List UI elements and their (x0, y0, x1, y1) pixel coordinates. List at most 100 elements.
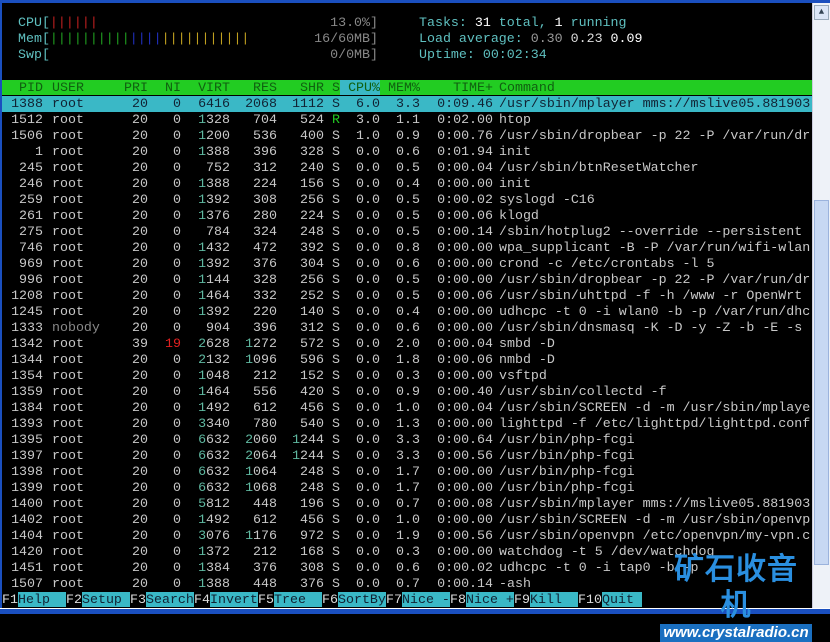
cell-pri: 20 (132, 544, 148, 559)
column-header-cpu[interactable]: CPU% (340, 80, 380, 95)
fkey-label-setup[interactable]: Setup (82, 592, 130, 607)
process-row[interactable]: 1400 root 20 0 5812 448 196 S 0.0 0.7 0:00.08/usr/… (2, 496, 812, 512)
fkey-f2[interactable]: F2 (66, 592, 82, 607)
process-row[interactable]: 996 root 20 0 1144 328 256 S 0.0 0.5 0:00.00/usr/s… (2, 272, 812, 288)
fkey-label-nice[interactable]: Nice - (402, 592, 450, 607)
process-row[interactable]: 245 root 20 0 752 312 240 S 0.0 0.5 0:00.04/usr/sb… (2, 160, 812, 176)
fkey-f1[interactable]: F1 (2, 592, 18, 607)
column-header-pid[interactable]: PID (0, 80, 43, 95)
cell-cpu: 0.0 (356, 352, 380, 367)
fkey-f5[interactable]: F5 (258, 592, 274, 607)
cell-shr: 328 (300, 144, 324, 159)
cell-pri: 20 (132, 192, 148, 207)
fkey-label-nice[interactable]: Nice + (466, 592, 514, 607)
process-row[interactable]: 1245 root 20 0 1392 220 140 S 0.0 0.4 0:00.00 udhcp… (2, 304, 812, 320)
cell-virt: 1392 (198, 256, 230, 271)
fkey-label-sortby[interactable]: SortBy (338, 592, 386, 607)
fkey-label-invert[interactable]: Invert (210, 592, 258, 607)
process-row[interactable]: 1397 root 20 0 6632 2064 1244 S 0.0 3.3 0:00.56/us… (2, 448, 812, 464)
process-row[interactable]: 1512 root 20 0 1328 704 524 R 3.0 1.1 0:02.00 htop (2, 112, 812, 128)
cell-res: 312 (253, 160, 277, 175)
cell-res: 396 (253, 144, 277, 159)
cell-pri: 20 (132, 128, 148, 143)
thousands-digit: 1 (198, 512, 207, 527)
column-header-res[interactable]: RES (232, 80, 277, 95)
process-row[interactable]: 1506 root 20 0 1200 536 400 S 1.0 0.9 0:00.76/usr/… (2, 128, 812, 144)
cell-ni: 0 (173, 256, 181, 271)
fkey-f8[interactable]: F8 (450, 592, 466, 607)
process-row[interactable]: 1398 root 20 0 6632 1064 248 S 0.0 1.7 0:00.00/usr… (2, 464, 812, 480)
cell-user: root (52, 352, 84, 367)
fkey-label-kill[interactable]: Kill (530, 592, 578, 607)
process-row[interactable]: 969 root 20 0 1392 376 304 S 0.0 0.6 0:00.00 crond … (2, 256, 812, 272)
cell-pri: 20 (132, 144, 148, 159)
cell-command: /usr/sbin/openvpn /etc/openvpn/my-vpn.c (499, 528, 811, 543)
process-row[interactable]: 1404 root 20 0 3076 1176 972 S 0.0 1.9 0:00.56/usr… (2, 528, 812, 544)
column-header-pri[interactable]: PRI (118, 80, 148, 95)
cell-res: 1096 (245, 352, 277, 367)
cell-time: 0:00.00 (437, 416, 493, 431)
column-header-shr[interactable]: SHR (279, 80, 324, 95)
process-row[interactable]: 746 root 20 0 1432 472 392 S 0.0 0.8 0:00.00 wpa_su… (2, 240, 812, 256)
column-header-time[interactable]: TIME+ (423, 80, 493, 95)
fkey-f3[interactable]: F3 (130, 592, 146, 607)
process-row[interactable]: 1399 root 20 0 6632 1068 248 S 0.0 1.7 0:00.00/usr… (2, 480, 812, 496)
process-row[interactable]: 1333 nobody 20 0 904 396 312 S 0.0 0.6 0:00.00/usr… (2, 320, 812, 336)
swap-meter: Swp[0/0MB] (18, 47, 378, 63)
cell-virt: 1464 (198, 288, 230, 303)
thousands-digit: 2 (245, 448, 254, 463)
cell-mem: 0.5 (396, 288, 420, 303)
process-row[interactable]: 1402 root 20 0 1492 612 456 S 0.0 1.0 0:00.00/usr/… (2, 512, 812, 528)
process-row[interactable]: 1388 root 20 0 6416 2068 1112 S 6.0 3.3 0:09.46/us… (2, 96, 812, 112)
process-row[interactable]: 1354 root 20 0 1048 212 152 S 0.0 0.3 0:00.00 vsftp… (2, 368, 812, 384)
scroll-up-icon[interactable]: ▲ (814, 5, 829, 20)
process-row[interactable]: 1342 root 39 19 2628 1272 572 S 0.0 2.0 0:00.04 smb… (2, 336, 812, 352)
column-header-ni[interactable]: NI (151, 80, 181, 95)
fkey-f9[interactable]: F9 (514, 592, 530, 607)
cell-ni: 0 (173, 528, 181, 543)
fkey-f4[interactable]: F4 (194, 592, 210, 607)
process-row[interactable]: 1 root 20 0 1388 396 328 S 0.0 0.6 0:01.94 init (2, 144, 812, 160)
process-row[interactable]: 1344 root 20 0 2132 1096 596 S 0.0 1.8 0:00.06 nmbd… (2, 352, 812, 368)
tasks-total: 31 (474, 15, 491, 30)
cell-mem: 0.4 (396, 176, 420, 191)
scroll-thumb[interactable] (814, 200, 829, 565)
column-header-command[interactable]: Command (499, 80, 819, 95)
cell-pid: 1404 (11, 528, 43, 543)
process-row[interactable]: 246 root 20 0 1388 224 156 S 0.0 0.4 0:00.00 init (2, 176, 812, 192)
process-row[interactable]: 275 root 20 0 784 324 248 S 0.0 0.5 0:00.14/sbin/h… (2, 224, 812, 240)
process-row[interactable]: 259 root 20 0 1392 308 256 S 0.0 0.5 0:00.02 syslog… (2, 192, 812, 208)
cell-pid: 1398 (11, 464, 43, 479)
cell-pid: 246 (19, 176, 43, 191)
fkey-label-quit[interactable]: Quit (602, 592, 642, 607)
fkey-f6[interactable]: F6 (322, 592, 338, 607)
fkey-f10[interactable]: F10 (578, 592, 602, 607)
cell-user: root (52, 144, 84, 159)
process-row[interactable]: 1359 root 20 0 1464 556 420 S 0.0 0.9 0:00.40/usr/… (2, 384, 812, 400)
process-row[interactable]: 1384 root 20 0 1492 612 456 S 0.0 1.0 0:00.04/usr/… (2, 400, 812, 416)
scrollbar[interactable]: ▲ (812, 3, 830, 608)
fkey-label-search[interactable]: Search (146, 592, 194, 607)
process-row[interactable]: 261 root 20 0 1376 280 224 S 0.0 0.5 0:00.06 klogd (2, 208, 812, 224)
fkey-label-help[interactable]: Help (18, 592, 66, 607)
fkey-label-tree[interactable]: Tree (274, 592, 322, 607)
cell-cpu: 0.0 (356, 416, 380, 431)
cell-pri: 20 (132, 352, 148, 367)
cell-res: 332 (253, 288, 277, 303)
process-row[interactable]: 1395 root 20 0 6632 2060 1244 S 0.0 3.3 0:00.64/us… (2, 432, 812, 448)
process-row[interactable]: 1393 root 20 0 3340 780 540 S 0.0 1.3 0:00.00 light… (2, 416, 812, 432)
cell-pid: 969 (19, 256, 43, 271)
column-header-user[interactable]: USER (52, 80, 122, 95)
column-header-virt[interactable]: VIRT (185, 80, 230, 95)
cell-mem: 0.9 (396, 128, 420, 143)
column-header-mem[interactable]: MEM% (380, 80, 420, 95)
thousands-digit: 3 (198, 416, 207, 431)
fkey-f7[interactable]: F7 (386, 592, 402, 607)
cell-time: 0:00.14 (437, 576, 493, 591)
cell-shr: 596 (300, 352, 324, 367)
process-row[interactable]: 1208 root 20 0 1464 332 252 S 0.0 0.5 0:00.06/usr/… (2, 288, 812, 304)
cell-res: 376 (253, 256, 277, 271)
cell-virt: 1392 (198, 192, 230, 207)
cell-virt: 5812 (198, 496, 230, 511)
cell-cpu: 0.0 (356, 224, 380, 239)
